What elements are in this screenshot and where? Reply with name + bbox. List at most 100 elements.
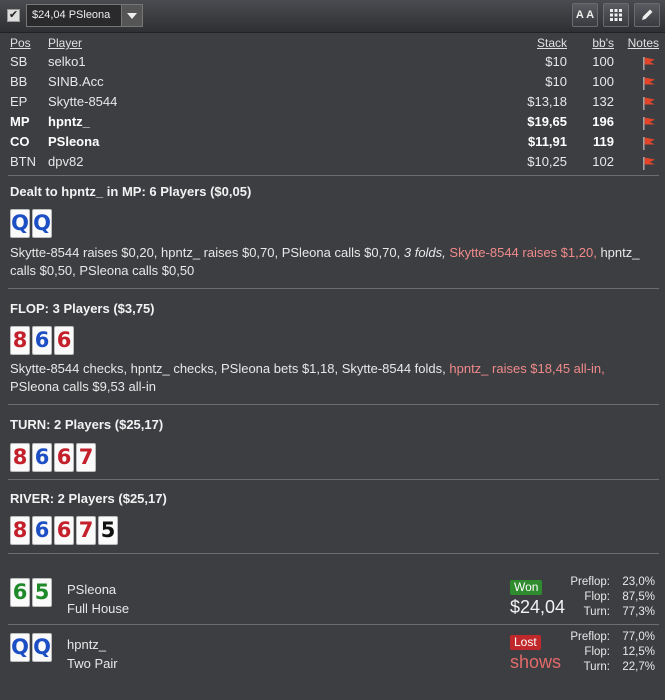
playing-card: Q xyxy=(32,633,52,662)
grid-icon xyxy=(610,9,622,21)
result-hand-name: Two Pair xyxy=(67,656,118,671)
playing-card: 8 xyxy=(10,443,30,472)
playing-card: 8 xyxy=(10,326,30,355)
playing-card: 7 xyxy=(76,443,96,472)
divider xyxy=(8,175,659,176)
result-badge: Lost xyxy=(510,635,541,650)
header-notes[interactable]: Notes xyxy=(628,36,659,50)
result-badge: Won xyxy=(510,580,543,595)
equity-row: Turn: 22,7% xyxy=(545,661,655,676)
equity-value: 77,3% xyxy=(622,606,655,618)
hero-hole-cards: QQ xyxy=(10,209,52,239)
divider xyxy=(8,404,659,405)
header-player[interactable]: Player xyxy=(48,36,82,50)
result-player-name: PSleona xyxy=(67,582,117,597)
note-flag-icon[interactable] xyxy=(641,136,657,153)
note-flag-icon[interactable] xyxy=(641,156,657,173)
turn-title: TURN: 2 Players ($25,17) xyxy=(10,417,164,432)
divider xyxy=(8,624,659,625)
result-player-name: hpntz_ xyxy=(67,637,107,652)
hand-selector-dropdown[interactable]: $24,04 PSleona xyxy=(26,4,143,27)
playing-card: 6 xyxy=(54,516,74,545)
equity-row: Preflop: 77,0% xyxy=(545,631,655,646)
player-name: selko1 xyxy=(48,54,86,69)
header-bbs[interactable]: bb's xyxy=(592,36,614,50)
showdown-cards: 65 xyxy=(10,578,52,608)
equity-stats: Preflop: 23,0% Flop: 87,5% Turn: 77,3% xyxy=(545,576,655,621)
table-row[interactable]: EP Skytte-8544 $13,18 132 xyxy=(0,94,665,112)
edit-button[interactable] xyxy=(634,3,660,27)
hand-checkbox[interactable]: ✔ xyxy=(7,9,20,22)
table-row[interactable]: BTN dpv82 $10,25 102 xyxy=(0,154,665,172)
showdown-cards: QQ xyxy=(10,633,52,663)
divider xyxy=(8,553,659,554)
player-stack: $10 xyxy=(545,54,567,69)
note-flag-icon[interactable] xyxy=(641,116,657,133)
hand-selector-value: $24,04 PSleona xyxy=(32,9,111,21)
header-stack[interactable]: Stack xyxy=(537,36,567,50)
playing-card: 5 xyxy=(98,516,118,545)
player-bbs: 100 xyxy=(592,54,614,69)
note-flag-icon[interactable] xyxy=(641,56,657,73)
toolbar: ✔ $24,04 PSleona A A xyxy=(0,0,665,33)
highlighted-action: Skytte-8544 raises $1,20, xyxy=(449,245,597,260)
equity-street: Flop: xyxy=(584,646,610,658)
playing-card: 6 xyxy=(32,443,52,472)
table-header: Pos Player Stack bb's Notes xyxy=(0,36,665,54)
font-size-button[interactable]: A A xyxy=(572,3,598,27)
result-hand-name: Full House xyxy=(67,601,130,616)
equity-value: 12,5% xyxy=(622,646,655,658)
player-bbs: 102 xyxy=(592,154,614,169)
note-flag-icon[interactable] xyxy=(641,76,657,93)
playing-card: 5 xyxy=(32,578,52,607)
chevron-down-icon[interactable] xyxy=(121,5,142,26)
equity-stats: Preflop: 77,0% Flop: 12,5% Turn: 22,7% xyxy=(545,631,655,676)
preflop-actions: Skytte-8544 raises $0,20, hpntz_ raises … xyxy=(10,244,650,280)
player-stack: $10 xyxy=(545,74,567,89)
equity-row: Flop: 87,5% xyxy=(545,591,655,606)
action-text: Skytte-8544 raises $0,20, hpntz_ raises … xyxy=(10,245,404,260)
equity-row: Turn: 77,3% xyxy=(545,606,655,621)
showdown-result: 6 5 PSleona Full House Won $24,04 Preflop: 23,0… xyxy=(0,572,665,632)
playing-card: 6 xyxy=(32,326,52,355)
playing-card: Q xyxy=(32,209,52,238)
table-row[interactable]: BB SINB.Acc $10 100 xyxy=(0,74,665,92)
player-bbs: 119 xyxy=(593,134,614,149)
player-pos: BTN xyxy=(10,154,36,169)
flop-title: FLOP: 3 Players ($3,75) xyxy=(10,301,155,316)
font-size-icon: A A xyxy=(575,9,595,21)
flop-actions: Skytte-8544 checks, hpntz_ checks, PSleo… xyxy=(10,360,650,396)
equity-value: 23,0% xyxy=(622,576,655,588)
player-bbs: 196 xyxy=(592,114,614,129)
player-pos: MP xyxy=(10,114,30,129)
equity-row: Preflop: 23,0% xyxy=(545,576,655,591)
table-row[interactable]: MP hpntz_ $19,65 196 xyxy=(0,114,665,132)
note-flag-icon[interactable] xyxy=(641,96,657,113)
player-stack: $13,18 xyxy=(527,94,567,109)
header-pos[interactable]: Pos xyxy=(10,36,31,50)
action-text: Skytte-8544 checks, hpntz_ checks, PSleo… xyxy=(10,361,450,376)
grid-view-button[interactable] xyxy=(603,3,629,27)
player-stack: $10,25 xyxy=(527,154,567,169)
flop-cards: 866 xyxy=(10,326,74,356)
equity-street: Turn: xyxy=(583,661,610,673)
playing-card: 6 xyxy=(10,578,30,607)
table-row[interactable]: SB selko1 $10 100 xyxy=(0,54,665,72)
river-cards: 86675 xyxy=(10,516,118,546)
table-row[interactable]: CO PSleona $11,91 119 xyxy=(0,134,665,152)
pencil-icon xyxy=(642,9,653,20)
playing-card: 6 xyxy=(54,443,74,472)
playing-card: 7 xyxy=(76,516,96,545)
showdown-result: Q Qhpntz_ Two Pair Lost shows Preflop: 77,0% Fl… xyxy=(0,627,665,687)
action-text: PSleona calls $9,53 all-in xyxy=(10,379,156,394)
action-text: 3 folds, xyxy=(403,245,446,260)
highlighted-action: hpntz_ raises $18,45 all-in, xyxy=(449,361,605,376)
player-name: Skytte-8544 xyxy=(48,94,118,109)
player-bbs: 100 xyxy=(592,74,614,89)
player-name: SINB.Acc xyxy=(48,74,104,89)
player-pos: SB xyxy=(10,54,28,69)
turn-cards: 8667 xyxy=(10,443,96,473)
equity-street: Preflop: xyxy=(570,576,610,588)
player-stack: $19,65 xyxy=(527,114,567,129)
player-name: PSleona xyxy=(48,134,100,149)
